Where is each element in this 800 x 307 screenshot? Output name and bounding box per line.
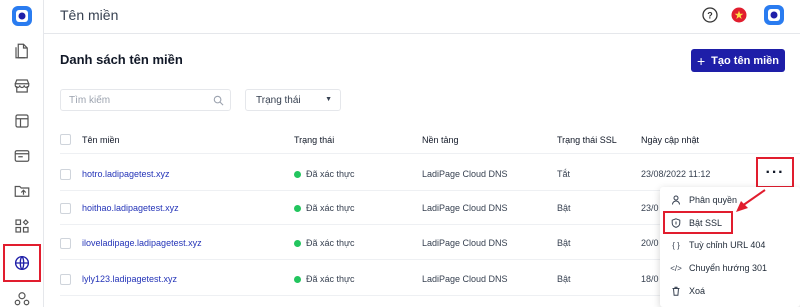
verified-dot-icon (294, 275, 301, 283)
column-header-platform: Nền tảng (422, 134, 459, 145)
layout-icon (15, 114, 29, 128)
updated-cell: 20/0 (641, 238, 659, 248)
verified-dot-icon (294, 204, 301, 212)
app: Tên miền ? Danh sách tên miền + Tạo tên … (0, 0, 800, 307)
status-filter-select[interactable]: Trạng thái ▼ (245, 89, 341, 111)
header-title: Tên miền (60, 7, 119, 23)
ssl-cell: Bật (557, 274, 571, 284)
vietnam-flag-icon[interactable] (731, 7, 747, 23)
status-cell: Đã xác thực (294, 192, 355, 224)
status-filter-label: Trạng thái (256, 95, 301, 106)
row-checkbox[interactable] (60, 237, 71, 249)
page-title: Danh sách tên miền (60, 52, 183, 67)
sidebar-item-integrations[interactable] (0, 283, 44, 307)
search-placeholder: Tìm kiếm (69, 95, 111, 106)
menu-item-permissions[interactable]: Phân quyền (660, 189, 800, 211)
ssl-cell: Bật (557, 203, 571, 213)
menu-item-redirect-301[interactable]: </> Chuyển hướng 301 (660, 257, 800, 279)
platform-cell: LadiPage Cloud DNS (422, 274, 508, 284)
menu-item-label: Tuỳ chỉnh URL 404 (689, 240, 766, 250)
sidebar-item-pages[interactable] (0, 36, 44, 66)
sidebar (0, 0, 44, 307)
domain-link[interactable]: lyly123.ladipagetest.xyz (82, 263, 177, 295)
top-header: Tên miền (44, 0, 800, 34)
platform-cell: LadiPage Cloud DNS (422, 238, 508, 248)
apps-icon (15, 219, 29, 233)
trash-icon (671, 286, 681, 296)
sidebar-item-apps[interactable] (0, 211, 44, 241)
integration-icon (14, 292, 30, 306)
sidebar-item-layout[interactable] (0, 106, 44, 136)
domain-link[interactable]: hoithao.ladipagetest.xyz (82, 192, 179, 224)
menu-item-custom-404[interactable]: { } Tuỳ chỉnh URL 404 (660, 234, 800, 256)
code-icon: </> (670, 263, 682, 273)
sidebar-item-domains[interactable] (3, 244, 41, 282)
domain-link[interactable]: iloveladipage.ladipagetest.xyz (82, 227, 202, 259)
search-icon (213, 95, 224, 106)
ssl-cell: Bật (557, 238, 571, 248)
verified-dot-icon (294, 170, 301, 178)
menu-item-label: Chuyển hướng 301 (689, 263, 767, 273)
domain-link[interactable]: hotro.ladipagetest.xyz (82, 158, 170, 190)
verified-dot-icon (294, 239, 301, 247)
user-icon (671, 195, 681, 205)
column-header-status: Trạng thái (294, 134, 335, 145)
store-icon (14, 79, 30, 93)
row-actions-menu: Phân quyền Bật SSL { } Tuỳ chỉnh URL 404… (660, 187, 800, 307)
column-header-domain: Tên miền (82, 134, 120, 145)
menu-item-delete[interactable]: Xoá (660, 280, 800, 302)
sidebar-item-browser[interactable] (0, 141, 44, 171)
add-domain-label: Tạo tên miền (711, 54, 780, 67)
updated-cell: 23/08/2022 11:12 (641, 169, 711, 179)
logo-icon[interactable] (10, 4, 34, 28)
updated-cell: 18/0 (641, 274, 659, 284)
table-header-row: Tên miền Trạng thái Nền tảng Trạng thái … (60, 126, 800, 154)
globe-icon (14, 255, 30, 271)
status-text: Đã xác thực (306, 238, 355, 248)
status-text: Đã xác thực (306, 274, 355, 284)
browser-icon (14, 150, 30, 162)
menu-item-label: Xoá (689, 286, 706, 296)
sidebar-item-store[interactable] (0, 71, 44, 101)
row-checkbox[interactable] (60, 202, 71, 214)
braces-icon: { } (672, 240, 680, 250)
platform-cell: LadiPage Cloud DNS (422, 203, 508, 213)
folder-share-icon (14, 185, 30, 197)
column-header-updated: Ngày cập nhật (641, 134, 700, 145)
updated-cell: 23/0 (641, 203, 659, 213)
sidebar-item-folder[interactable] (0, 176, 44, 206)
plus-icon: + (696, 52, 706, 69)
status-text: Đã xác thực (306, 203, 355, 213)
help-icon[interactable]: ? (702, 7, 718, 23)
status-cell: Đã xác thực (294, 227, 355, 259)
row-checkbox[interactable] (60, 273, 71, 285)
add-domain-button[interactable]: + Tạo tên miền (691, 49, 785, 72)
account-logo-icon[interactable] (762, 3, 786, 27)
document-icon (15, 43, 28, 59)
svg-text:?: ? (707, 11, 713, 21)
caret-down-icon: ▼ (325, 96, 332, 103)
column-header-ssl: Trạng thái SSL (557, 134, 617, 145)
ssl-cell: Tắt (557, 169, 571, 179)
search-input[interactable]: Tìm kiếm (60, 89, 231, 111)
menu-item-label: Phân quyền (689, 195, 738, 205)
status-cell: Đã xác thực (294, 263, 355, 295)
status-cell: Đã xác thực (294, 158, 355, 190)
platform-cell: LadiPage Cloud DNS (422, 169, 508, 179)
ssl-highlight-box (663, 211, 733, 234)
status-text: Đã xác thực (306, 169, 355, 179)
row-more-actions-button[interactable]: ··· (756, 157, 794, 188)
select-all-checkbox[interactable] (60, 134, 71, 145)
row-checkbox[interactable] (60, 168, 71, 180)
